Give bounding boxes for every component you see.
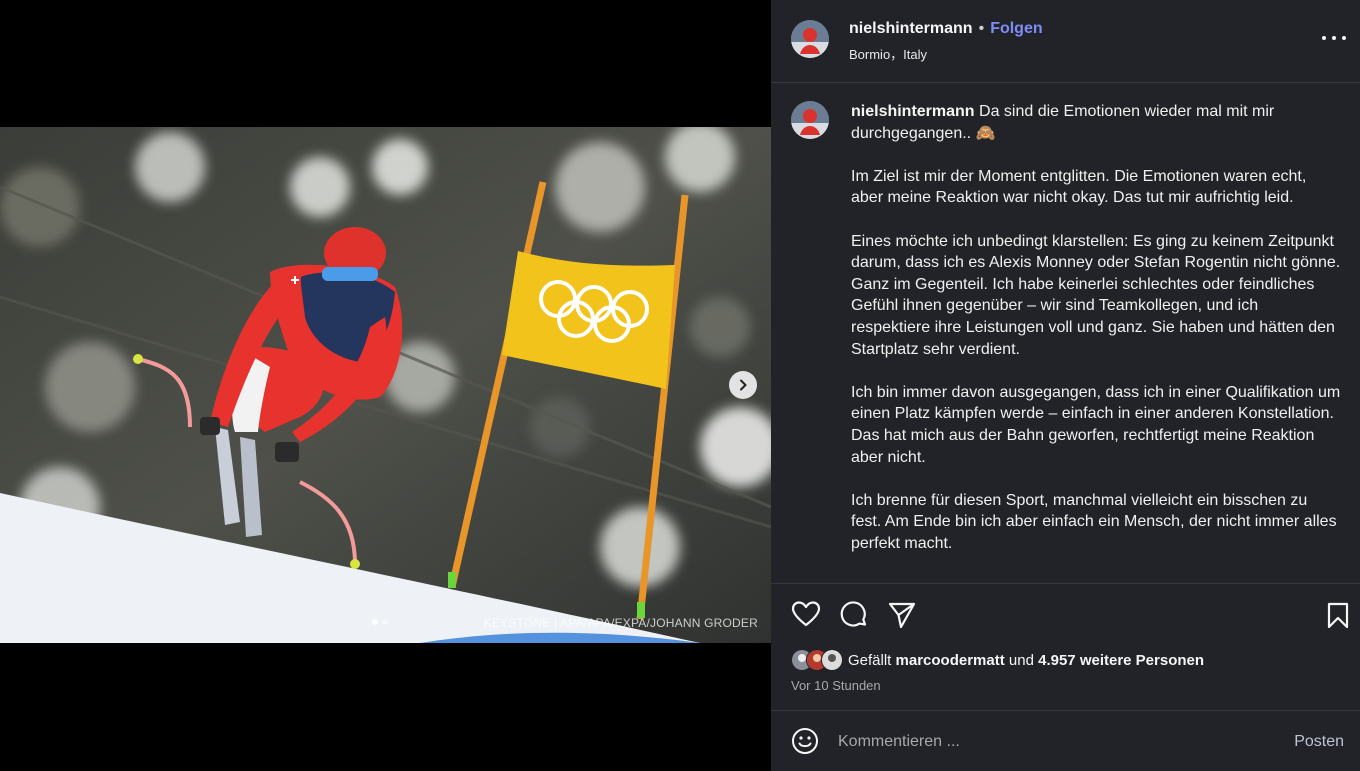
post-photo[interactable]: KEYSTONE | APA/APA/EXPA/JOHANN GRODER bbox=[0, 127, 771, 643]
header-user-line: nielshintermann • Folgen bbox=[849, 20, 1043, 38]
separator-dot: • bbox=[978, 20, 985, 37]
chevron-right-icon bbox=[740, 379, 747, 391]
follow-button[interactable]: Folgen bbox=[990, 20, 1042, 37]
caption-paragraph: Eines möchte ich unbedingt klarstellen: … bbox=[851, 232, 1341, 358]
post-location[interactable]: Bormio，Italy bbox=[849, 44, 927, 63]
post-side-panel: nielshintermann • Folgen Bormio，Italy niel… bbox=[771, 0, 1360, 771]
heart-icon bbox=[791, 601, 821, 627]
ski-race-photo bbox=[0, 127, 771, 643]
likes-count[interactable]: 4.957 weitere Personen bbox=[1038, 652, 1204, 669]
carousel-dot bbox=[382, 619, 388, 625]
caption-username[interactable]: nielshintermann bbox=[851, 103, 975, 120]
author-avatar[interactable] bbox=[791, 20, 829, 58]
more-dot bbox=[1322, 36, 1326, 40]
avatar-image bbox=[791, 20, 829, 58]
author-username[interactable]: nielshintermann bbox=[849, 20, 973, 37]
post-timestamp[interactable]: Vor 10 Stunden bbox=[791, 678, 881, 693]
caption-paragraph: Ich bin immer davon ausgegangen, dass ic… bbox=[851, 383, 1341, 466]
photo-credit: KEYSTONE | APA/APA/EXPA/JOHANN GRODER bbox=[483, 616, 758, 630]
carousel-next-button[interactable] bbox=[729, 371, 757, 399]
post-caption: nielshintermann Da sind die Emotionen wi… bbox=[851, 101, 1341, 576]
comment-button[interactable] bbox=[839, 600, 869, 635]
carousel-indicator bbox=[372, 619, 388, 625]
bookmark-icon bbox=[1327, 602, 1349, 629]
like-button[interactable] bbox=[791, 600, 821, 633]
share-button[interactable] bbox=[887, 600, 917, 635]
more-dot bbox=[1342, 36, 1346, 40]
avatar-image bbox=[791, 101, 829, 139]
comment-bar: Kommentieren ... Posten bbox=[771, 710, 1360, 771]
carousel-dot-active bbox=[372, 619, 378, 625]
caption-fade bbox=[771, 573, 1360, 583]
post-comment-button[interactable]: Posten bbox=[1294, 733, 1344, 751]
comment-input[interactable]: Kommentieren ... bbox=[838, 733, 960, 751]
comment-bubble-icon bbox=[840, 601, 867, 627]
smiley-icon bbox=[792, 728, 818, 754]
caption-first-paragraph: nielshintermann Da sind die Emotionen wi… bbox=[851, 101, 1341, 144]
caption-author-avatar[interactable] bbox=[791, 101, 829, 139]
more-options-button[interactable] bbox=[1322, 28, 1346, 48]
save-button[interactable] bbox=[1326, 602, 1350, 634]
liker-avatar[interactable] bbox=[821, 649, 843, 671]
paper-plane-icon bbox=[888, 602, 916, 629]
likes-text: Gefällt marcoodermatt und 4.957 weitere … bbox=[848, 652, 1204, 669]
post-media: KEYSTONE | APA/APA/EXPA/JOHANN GRODER bbox=[0, 0, 771, 771]
caption-paragraph: Im Ziel ist mir der Moment entglitten. D… bbox=[851, 167, 1307, 207]
more-dot bbox=[1332, 36, 1336, 40]
likes-prefix: Gefällt bbox=[848, 651, 892, 669]
likes-summary: Gefällt marcoodermatt und 4.957 weitere … bbox=[791, 649, 1204, 671]
caption-scroll-area[interactable]: nielshintermann Da sind die Emotionen wi… bbox=[771, 83, 1360, 583]
emoji-button[interactable] bbox=[791, 727, 819, 760]
post-header: nielshintermann • Folgen Bormio，Italy bbox=[771, 0, 1360, 83]
post-actions: Gefällt marcoodermatt und 4.957 weitere … bbox=[771, 583, 1360, 711]
likes-connector: und bbox=[1008, 651, 1034, 669]
liker-username[interactable]: marcoodermatt bbox=[896, 652, 1005, 669]
caption-paragraph: Ich brenne für diesen Sport, manchmal vi… bbox=[851, 491, 1337, 552]
